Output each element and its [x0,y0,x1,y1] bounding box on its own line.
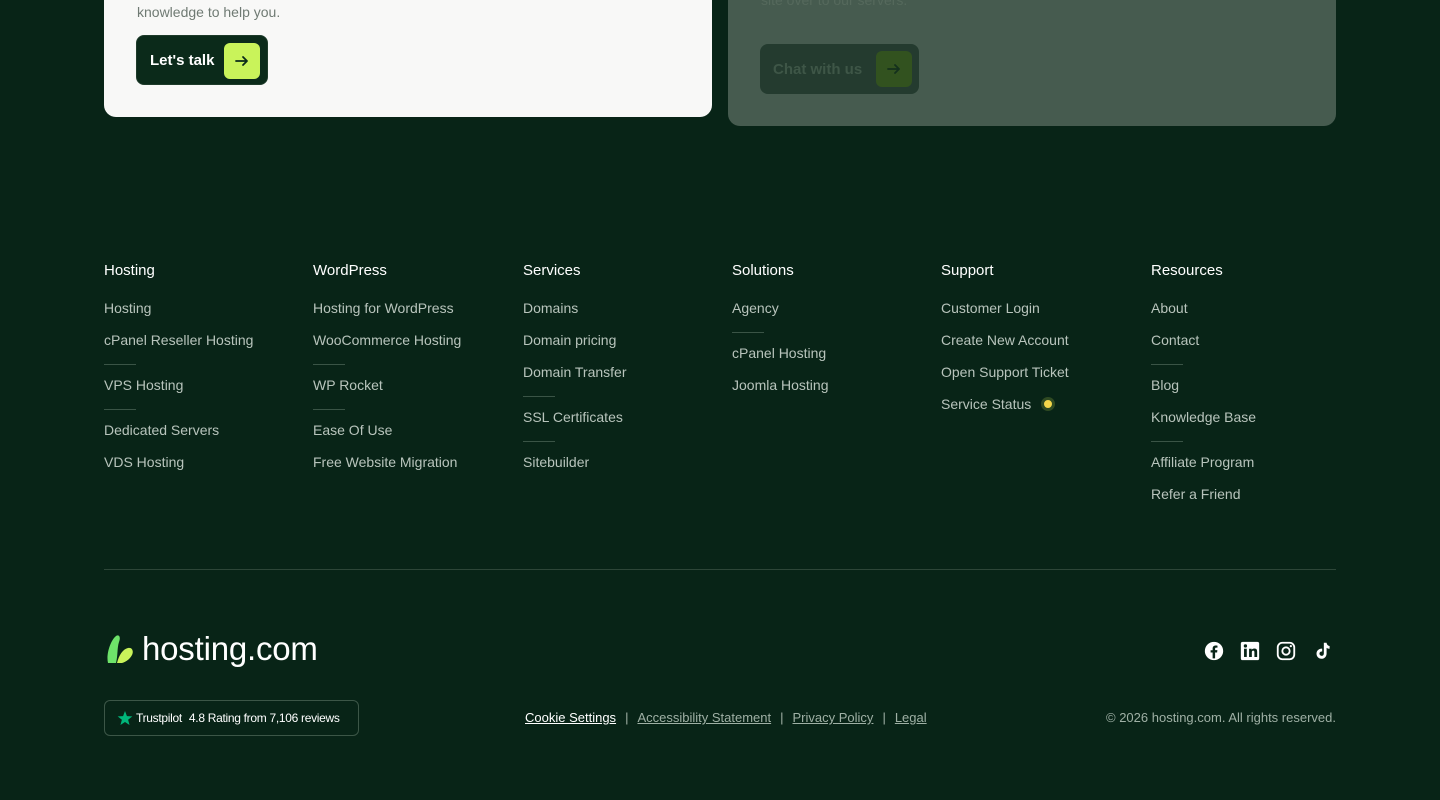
footer-link[interactable]: Contact [1151,332,1351,364]
footer-column-title: Hosting [104,262,155,279]
chat-card: site over to our servers. Chat with us [728,0,1336,126]
trustpilot-name: Trustpilot [136,711,182,725]
chat-card-description: site over to our servers. [761,0,908,8]
footer-divider [1151,364,1351,377]
arrow-right-icon [224,43,260,79]
footer-link[interactable]: VDS Hosting [104,454,304,486]
accessibility-statement-link[interactable]: Accessibility Statement [637,710,771,725]
footer-link[interactable]: Hosting [104,300,304,332]
footer-link[interactable]: WP Rocket [313,377,513,409]
trustpilot-badge[interactable]: Trustpilot 4.8 Rating from 7,106 reviews [104,700,359,736]
footer-column-title: Support [941,262,994,279]
footer-divider [104,409,304,422]
lets-talk-button[interactable]: Let's talk [136,35,268,85]
contact-card-description: knowledge to help you. [137,4,281,20]
cookie-settings-link[interactable]: Cookie Settings [525,710,616,725]
footer-column-solutions: Solutions Agency cPanel Hosting Joomla H… [732,262,932,409]
footer-divider [523,441,723,454]
footer-divider [104,364,304,377]
footer-link[interactable]: Domain Transfer [523,364,723,396]
footer-link[interactable]: Blog [1151,377,1351,409]
footer-divider-line [104,569,1336,570]
footer-link[interactable]: cPanel Hosting [732,345,932,377]
lets-talk-label: Let's talk [150,51,215,69]
footer-column-title: Resources [1151,262,1223,279]
footer-link[interactable]: WooCommerce Hosting [313,332,513,364]
status-indicator-icon [1041,397,1056,411]
brand-wordmark: hosting.com [142,630,318,667]
footer-link[interactable]: cPanel Reseller Hosting [104,332,304,364]
footer-column-resources: Resources About Contact Blog Knowledge B… [1151,262,1351,518]
chat-with-us-label: Chat with us [773,60,863,78]
footer-column-hosting: Hosting Hosting cPanel Reseller Hosting … [104,262,304,486]
footer-link[interactable]: Refer a Friend [1151,486,1351,518]
brand-mark-icon [107,635,133,663]
service-status-label: Service Status [941,396,1032,412]
star-icon [117,711,133,725]
footer-column-title: Solutions [732,262,794,279]
footer-link[interactable]: VPS Hosting [104,377,304,409]
footer-column-wordpress: WordPress Hosting for WordPress WooComme… [313,262,513,486]
footer-link[interactable]: Free Website Migration [313,454,513,486]
legal-separator: | [625,710,629,725]
footer-divider [732,332,932,345]
footer-link[interactable]: Hosting for WordPress [313,300,513,332]
copyright-text: © 2026 hosting.com. All rights reserved. [1106,710,1336,725]
footer-link[interactable]: Ease Of Use [313,422,513,454]
footer-link[interactable]: Create New Account [941,332,1141,364]
footer-link[interactable]: Affiliate Program [1151,454,1351,486]
footer-link[interactable]: About [1151,300,1351,332]
footer-link[interactable]: Joomla Hosting [732,377,932,409]
privacy-policy-link[interactable]: Privacy Policy [793,710,874,725]
footer-divider [1151,441,1351,454]
legal-separator: | [882,710,886,725]
legal-links: Cookie Settings | Accessibility Statemen… [525,710,927,725]
footer-column-title: WordPress [313,262,387,279]
instagram-icon[interactable] [1275,640,1297,662]
footer-divider [313,409,513,422]
footer-column-title: Services [523,262,581,279]
contact-card: knowledge to help you. Let's talk [104,0,712,117]
footer-divider [313,364,513,377]
legal-link[interactable]: Legal [895,710,927,725]
footer-divider [523,396,723,409]
footer-link[interactable]: Open Support Ticket [941,364,1141,396]
tiktok-icon[interactable] [1311,640,1333,662]
footer-link[interactable]: Domains [523,300,723,332]
footer-link[interactable]: Dedicated Servers [104,422,304,454]
footer-link[interactable]: Customer Login [941,300,1141,332]
facebook-icon[interactable] [1203,640,1225,662]
arrow-right-icon [876,51,912,87]
footer-link[interactable]: Agency [732,300,932,332]
footer-column-services: Services Domains Domain pricing Domain T… [523,262,723,486]
service-status-link[interactable]: Service Status [941,396,1141,428]
footer-link[interactable]: Knowledge Base [1151,409,1351,441]
linkedin-icon[interactable] [1239,640,1261,662]
legal-separator: | [780,710,784,725]
footer-link[interactable]: SSL Certificates [523,409,723,441]
footer-link[interactable]: Sitebuilder [523,454,723,486]
footer-link[interactable]: Domain pricing [523,332,723,364]
brand-logo[interactable]: hosting.com [104,630,318,668]
trustpilot-rating: 4.8 Rating from 7,106 reviews [188,711,340,725]
chat-with-us-button[interactable]: Chat with us [760,44,919,94]
footer-column-support: Support Customer Login Create New Accoun… [941,262,1141,428]
